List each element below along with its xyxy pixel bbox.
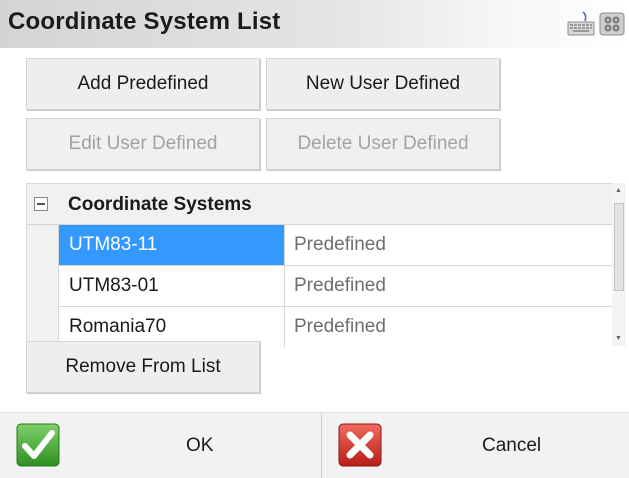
coordinate-system-type[interactable]: Predefined: [285, 266, 612, 306]
grid-header-label: Coordinate Systems: [68, 194, 252, 215]
coordinate-system-type[interactable]: Predefined: [285, 225, 612, 265]
scroll-thumb[interactable]: [614, 203, 624, 291]
table-row[interactable]: UTM83-01 Predefined: [59, 266, 612, 307]
grid-vertical-scrollbar[interactable]: ▲ ▼: [612, 183, 626, 346]
grid-row-gutter: [27, 225, 59, 347]
scroll-up-arrow-icon[interactable]: ▲: [615, 187, 622, 195]
coordinate-system-name[interactable]: UTM83-01: [59, 266, 285, 306]
coordinate-systems-grid: Coordinate Systems UTM83-11 Predefined U…: [26, 183, 612, 347]
cancel-x-icon: [337, 422, 383, 468]
cancel-button[interactable]: Cancel: [321, 413, 629, 478]
dialog-footer: OK Cancel: [0, 412, 629, 478]
checkmark-icon: [15, 422, 61, 468]
title-bar: Coordinate System List: [0, 0, 629, 48]
table-row[interactable]: UTM83-11 Predefined: [59, 225, 612, 266]
edit-user-defined-button[interactable]: Edit User Defined: [26, 118, 260, 170]
ok-label: OK: [186, 435, 214, 456]
coordinate-system-name[interactable]: UTM83-11: [59, 225, 285, 265]
add-predefined-button[interactable]: Add Predefined: [26, 58, 260, 110]
cancel-label: Cancel: [482, 435, 542, 456]
delete-user-defined-button[interactable]: Delete User Defined: [266, 118, 500, 170]
new-user-defined-button[interactable]: New User Defined: [266, 58, 500, 110]
collapse-icon[interactable]: [34, 197, 48, 211]
scroll-down-arrow-icon[interactable]: ▼: [615, 335, 622, 343]
keyboard-icon[interactable]: [566, 10, 596, 38]
coordinate-system-type[interactable]: Predefined: [285, 307, 612, 347]
settings-icon[interactable]: [599, 12, 625, 36]
window-title: Coordinate System List: [8, 8, 281, 35]
ok-button[interactable]: OK: [0, 413, 320, 478]
grid-header: Coordinate Systems: [27, 184, 612, 225]
remove-from-list-button[interactable]: Remove From List: [26, 341, 260, 393]
